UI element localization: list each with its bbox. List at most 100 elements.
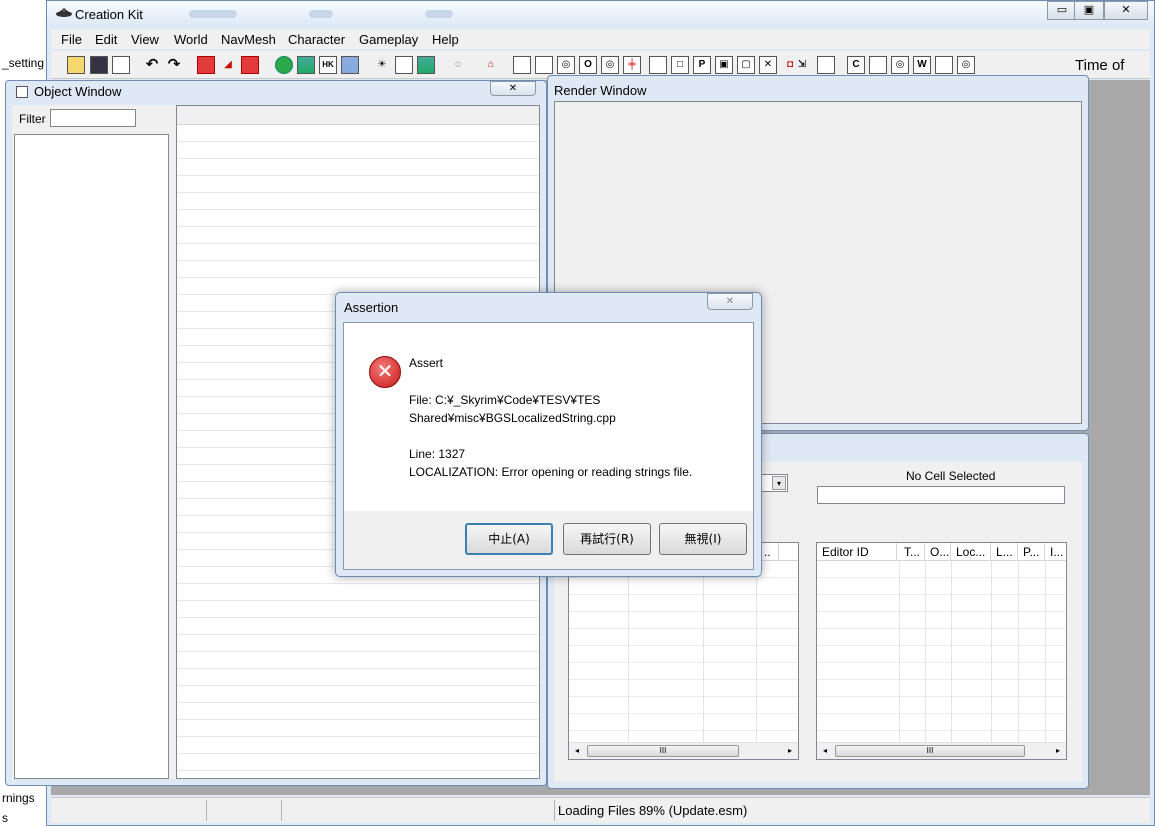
error-icon: ✕ <box>369 356 401 388</box>
redo-icon[interactable]: ↷ <box>165 56 183 74</box>
minimize-button[interactable]: ▭ <box>1047 1 1077 20</box>
column-header[interactable] <box>779 543 798 561</box>
column-header[interactable]: P... <box>1018 543 1045 561</box>
column-header[interactable]: .. <box>759 543 779 561</box>
column-divider <box>1018 561 1019 742</box>
door-icon[interactable]: ╪ <box>623 56 641 74</box>
scroll-thumb[interactable]: III <box>835 745 1025 757</box>
blurred-text <box>309 10 333 18</box>
object-cube-icon[interactable] <box>817 56 835 74</box>
object-letter-icon[interactable]: O <box>579 56 597 74</box>
cell-list-scrollbar[interactable]: ◂ III ▸ <box>569 742 798 759</box>
column-header[interactable]: T... <box>899 543 925 561</box>
menu-world[interactable]: World <box>174 32 208 47</box>
object-category-tree[interactable] <box>14 134 169 779</box>
cell-name-field <box>817 486 1065 504</box>
line-number: Line: 1327 <box>409 447 466 461</box>
object-window-title: Object Window <box>34 84 122 99</box>
object-square-icon[interactable]: ▣ <box>715 56 733 74</box>
ignore-button[interactable]: 無視(I) <box>659 523 747 555</box>
window-title: Creation Kit <box>75 7 143 22</box>
menu-edit[interactable]: Edit <box>95 32 117 47</box>
assertion-dialog: Assertion ✕ ✕ Assert File: C:¥_Skyrim¥Co… <box>335 292 762 577</box>
close-button[interactable]: ✕ <box>1104 1 1148 20</box>
havok-icon[interactable]: HK <box>319 56 337 74</box>
grass-icon[interactable] <box>417 56 435 74</box>
status-separator <box>554 800 555 821</box>
delete-cross-icon[interactable]: ✕ <box>759 56 777 74</box>
column-header-editor-id[interactable]: Editor ID <box>817 543 897 561</box>
maximize-button[interactable]: ▣ <box>1074 1 1104 20</box>
scroll-thumb[interactable]: III <box>587 745 739 757</box>
speech-icon[interactable]: ◌ <box>449 56 467 74</box>
menu-character[interactable]: Character <box>288 32 345 47</box>
select-icon[interactable]: ⇲ <box>793 56 811 74</box>
scroll-right-icon[interactable]: ▸ <box>782 743 798 759</box>
undo-icon[interactable]: ↶ <box>143 56 161 74</box>
status-bar: Loading Files 89% (Update.esm) <box>51 797 1150 823</box>
column-divider <box>756 561 757 742</box>
object-cube-icon[interactable] <box>649 56 667 74</box>
column-header[interactable]: Loc... <box>951 543 991 561</box>
object-window-close-button[interactable]: ✕ <box>490 81 536 96</box>
column-header[interactable]: O... <box>925 543 951 561</box>
object-square-icon[interactable]: □ <box>671 56 689 74</box>
menu-gameplay[interactable]: Gameplay <box>359 32 418 47</box>
object-letter-icon[interactable]: C <box>847 56 865 74</box>
menu-navmesh[interactable]: NavMesh <box>221 32 276 47</box>
filter-input[interactable] <box>50 109 136 127</box>
cell-object-list-header: Editor ID T... O... Loc... L... P... I..… <box>817 543 1066 561</box>
object-square-icon[interactable]: ▢ <box>737 56 755 74</box>
chevron-down-icon[interactable]: ▾ <box>772 476 786 490</box>
landscape-icon[interactable] <box>297 56 315 74</box>
object-circle-icon[interactable]: ◎ <box>557 56 575 74</box>
blurred-text <box>189 10 237 18</box>
column-divider <box>628 561 629 742</box>
dialog-close-button[interactable]: ✕ <box>707 293 753 310</box>
light-bulb-icon[interactable]: ☀ <box>373 56 391 74</box>
column-header[interactable]: I... <box>1045 543 1066 561</box>
abort-button[interactable]: 中止(A) <box>465 523 553 555</box>
object-cube-icon[interactable] <box>935 56 953 74</box>
object-cube-icon[interactable] <box>869 56 887 74</box>
object-cube-icon[interactable] <box>513 56 531 74</box>
sky-icon[interactable] <box>395 56 413 74</box>
object-circle-icon[interactable]: ◎ <box>601 56 619 74</box>
scroll-left-icon[interactable]: ◂ <box>569 743 585 759</box>
object-letter-icon[interactable]: W <box>913 56 931 74</box>
world-icon[interactable] <box>275 56 293 74</box>
dialog-title: Assertion <box>344 300 399 315</box>
background-text-s: s <box>2 811 8 825</box>
cell-list-body <box>569 561 798 742</box>
actor-icon[interactable] <box>241 56 259 74</box>
scroll-left-icon[interactable]: ◂ <box>817 743 833 759</box>
render-marker-icon[interactable] <box>197 56 215 74</box>
cell-object-list[interactable]: Editor ID T... O... Loc... L... P... I..… <box>816 542 1067 760</box>
cell-object-list-scrollbar[interactable]: ◂ III ▸ <box>817 742 1066 759</box>
menu-help[interactable]: Help <box>432 32 459 47</box>
scroll-right-icon[interactable]: ▸ <box>1050 743 1066 759</box>
blurred-text <box>425 10 453 18</box>
render-window-title: Render Window <box>554 83 647 98</box>
no-cell-selected-label: No Cell Selected <box>906 469 996 483</box>
animation-icon[interactable]: ⌂ <box>482 56 500 74</box>
menu-view[interactable]: View <box>131 32 159 47</box>
light-marker-icon[interactable]: ◢ <box>219 56 237 74</box>
object-cube-icon[interactable] <box>535 56 553 74</box>
save-icon[interactable] <box>90 56 108 74</box>
error-message: LOCALIZATION: Error opening or reading s… <box>409 465 693 479</box>
window-icon <box>16 86 28 98</box>
preferences-icon[interactable] <box>112 56 130 74</box>
object-list-header <box>177 106 539 125</box>
title-bar[interactable]: Creation Kit ▭ ▣ ✕ <box>47 1 1154 29</box>
object-circle-icon[interactable]: ◎ <box>957 56 975 74</box>
column-header[interactable]: L... <box>991 543 1018 561</box>
column-divider <box>1045 561 1046 742</box>
menu-file[interactable]: File <box>61 32 82 47</box>
retry-button[interactable]: 再試行(R) <box>563 523 651 555</box>
open-folder-icon[interactable] <box>67 56 85 74</box>
column-divider <box>925 561 926 742</box>
object-letter-icon[interactable]: P <box>693 56 711 74</box>
object-circle-icon[interactable]: ◎ <box>891 56 909 74</box>
fx-icon[interactable] <box>341 56 359 74</box>
